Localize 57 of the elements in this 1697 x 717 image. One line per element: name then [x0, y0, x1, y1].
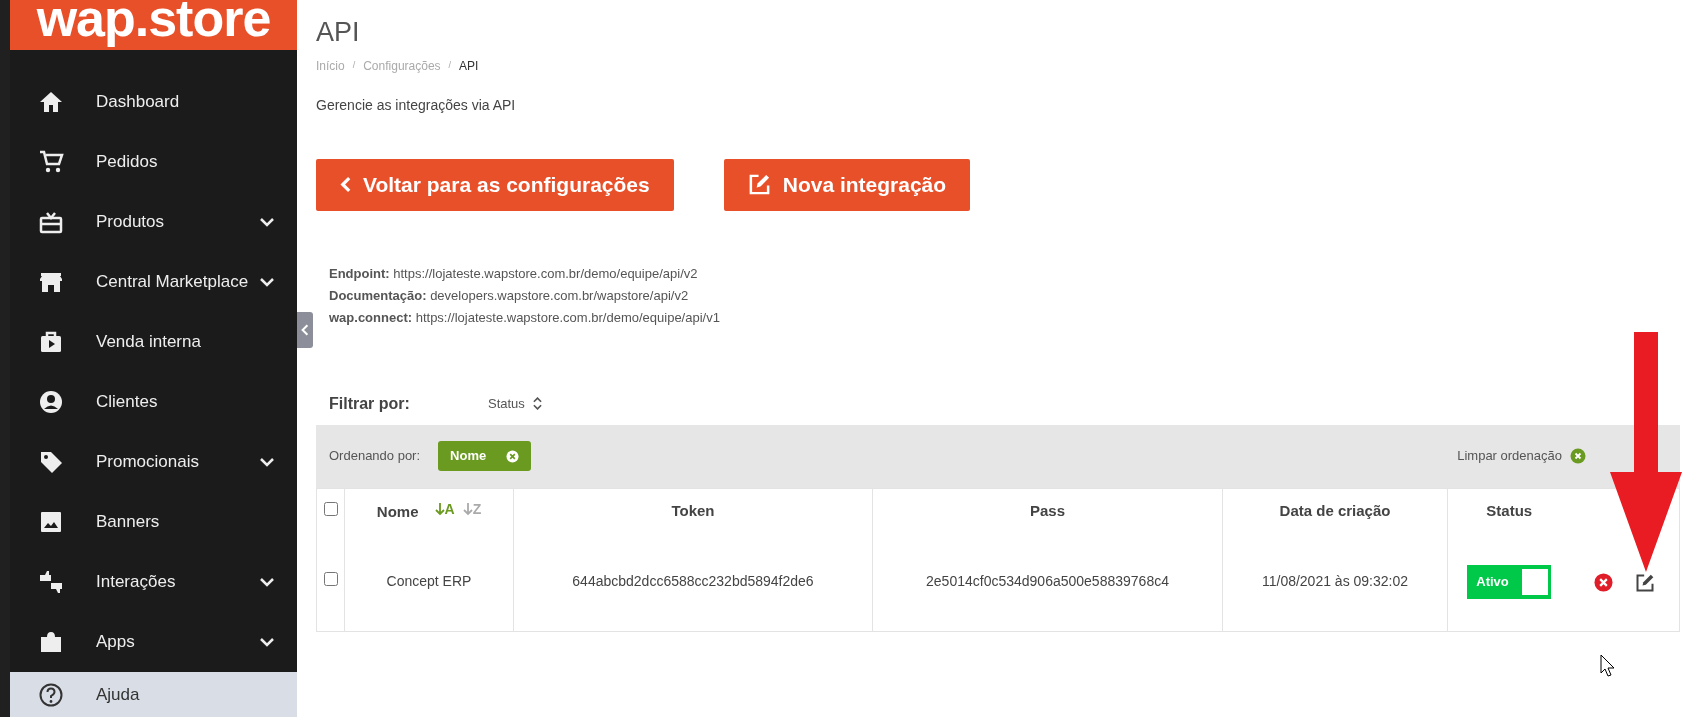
help-item[interactable]: Ajuda: [10, 672, 297, 717]
puzzle-icon: [38, 629, 64, 655]
page-description: Gerencie as integrações via API: [316, 95, 517, 115]
sidebar-item[interactable]: Venda interna: [10, 312, 297, 372]
column-header[interactable]: Status: [1486, 501, 1533, 519]
info-line: wap.connect: https://lojateste.wapstore.com.br/demo/equipe/api/v1: [329, 308, 721, 327]
table-cell: 644abcbd2dcc6588cc232bd5894f2de6: [572, 573, 814, 590]
table-cell: 11/08/2021 às 09:32:02: [1261, 573, 1409, 590]
arrow-down-icon: [434, 502, 445, 517]
edit-icon: [747, 173, 771, 196]
back-button[interactable]: Voltar para as configurações: [316, 158, 674, 211]
column-header[interactable]: Token: [671, 501, 715, 519]
breadcrumb-separator: /: [352, 58, 356, 72]
home-icon: [38, 89, 64, 115]
image-icon: [38, 509, 64, 535]
arrow-down-icon: [462, 502, 473, 517]
chevron-left-icon: [301, 324, 309, 336]
table-cell: 2e5014cf0c534d906a500e58839768c4: [926, 573, 1169, 590]
row-checkbox[interactable]: [323, 572, 338, 587]
thumbs-icon: [38, 569, 64, 595]
edit-icon: [1635, 572, 1656, 593]
help-icon: [38, 681, 64, 708]
column-header[interactable]: Pass: [1029, 501, 1065, 519]
sidebar-item[interactable]: Pedidos: [10, 132, 297, 192]
sidebar-item[interactable]: Promocionais: [10, 432, 297, 492]
breadcrumb-item: API: [459, 57, 479, 75]
column-header[interactable]: Data de criação: [1279, 501, 1391, 519]
breadcrumb-separator: /: [448, 58, 452, 72]
close-icon: [1570, 448, 1586, 464]
info-line: Documentação: developers.wapstore.com.br/wapstore/api/v2: [329, 286, 690, 305]
chevron-left-icon: [340, 176, 351, 193]
clear-sort-link[interactable]: Limpar ordenação: [1451, 445, 1592, 467]
delete-icon: [1594, 573, 1614, 592]
tag-icon: [38, 449, 64, 475]
collapse-button[interactable]: [297, 312, 313, 348]
sidebar-item[interactable]: Produtos: [10, 192, 297, 252]
cart-icon: [38, 149, 64, 175]
sidebar-item[interactable]: Clientes: [10, 372, 297, 432]
info-line: Endpoint: https://lojateste.wapstore.com.br/demo/equipe/api/v2: [329, 264, 699, 283]
select-all-checkbox[interactable]: [323, 501, 338, 516]
column-header[interactable]: Nome: [376, 502, 419, 520]
sidebar-item[interactable]: Dashboard: [10, 72, 297, 132]
sidebar-item[interactable]: Interações: [10, 552, 297, 612]
close-icon: [506, 449, 520, 463]
sidebar-item[interactable]: Apps: [10, 612, 297, 672]
user-icon: [38, 389, 64, 415]
page-title: API: [316, 16, 361, 49]
briefcase-icon: [38, 329, 64, 355]
cursor-icon: [1600, 654, 1616, 678]
table-cell: Concept ERP: [386, 573, 472, 590]
sidebar-item[interactable]: Banners: [10, 492, 297, 552]
sort-label: Ordenando por:: [329, 447, 421, 466]
sort-icon: [532, 397, 542, 410]
sidebar-item[interactable]: Central Marketplace: [10, 252, 297, 312]
status-filter-dropdown[interactable]: Status: [488, 393, 542, 414]
new-button[interactable]: Nova integração: [723, 158, 971, 211]
filter-label: Filtrar por:: [329, 393, 411, 414]
